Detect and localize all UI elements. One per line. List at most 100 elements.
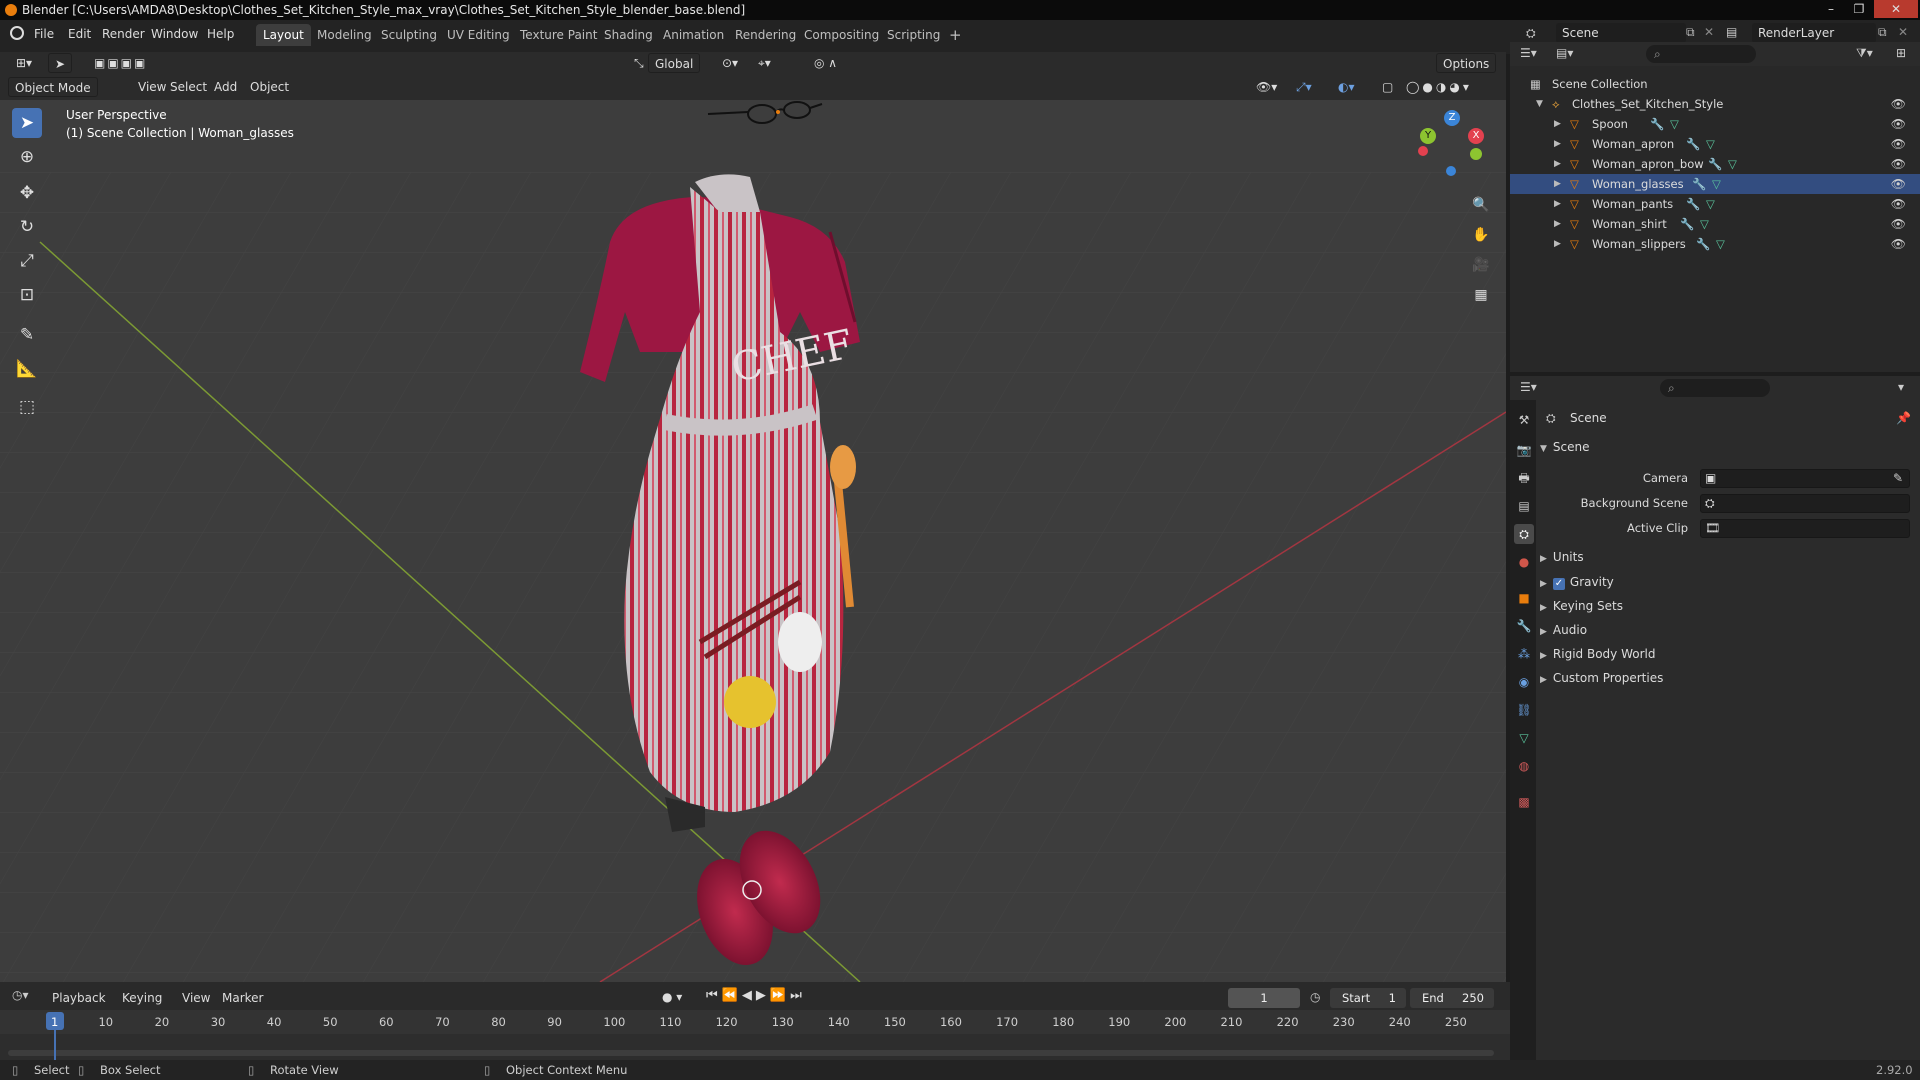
shading-mode-icons[interactable]: ◯●◑◕▾ <box>1400 77 1478 97</box>
properties-editor-icon[interactable]: ☰▾ <box>1520 380 1537 394</box>
camera-field[interactable]: ▣ ✎ <box>1700 469 1910 488</box>
world-tab-icon[interactable]: ● <box>1514 552 1534 572</box>
constraints-tab-icon[interactable]: ⛓ <box>1514 700 1534 720</box>
tab-compositing[interactable]: Compositing <box>797 24 886 46</box>
visibility-eye-icon[interactable]: 👁 <box>1891 134 1906 154</box>
particles-tab-icon[interactable]: ⁂ <box>1514 644 1534 664</box>
add-workspace-button[interactable]: + <box>942 24 969 46</box>
overlay-toggle-icon[interactable]: ◐▾ <box>1332 77 1361 97</box>
blender-menu-icon[interactable] <box>10 26 24 40</box>
filter-icon[interactable]: ⧩▾ <box>1856 46 1873 61</box>
rigid-body-world-panel-header[interactable]: ▶ Rigid Body World <box>1540 643 1920 665</box>
camera-view-icon[interactable]: 🎥 <box>1468 252 1494 278</box>
add-cube-tool[interactable]: ⬚ <box>12 392 42 422</box>
tab-animation[interactable]: Animation <box>656 24 731 46</box>
mesh-data-icon[interactable]: ▽ <box>1706 134 1715 154</box>
panel-options-icon[interactable]: ▾ <box>1898 380 1904 394</box>
properties-search-input[interactable]: ⌕ <box>1660 379 1770 397</box>
visibility-eye-icon[interactable]: 👁 <box>1891 114 1906 134</box>
expand-arrow-icon[interactable]: ▶ <box>1554 174 1561 194</box>
mesh-data-icon[interactable]: ▽ <box>1712 174 1721 194</box>
tab-rendering[interactable]: Rendering <box>728 24 803 46</box>
keying-sets-panel-header[interactable]: ▶ Keying Sets <box>1540 595 1920 617</box>
ortho-grid-icon[interactable]: ▦ <box>1468 282 1494 308</box>
outliner-row-object[interactable]: ▶ ▽ Woman_apron 🔧 ▽ 👁 <box>1510 134 1920 154</box>
tab-modeling[interactable]: Modeling <box>310 24 379 46</box>
scene-selector[interactable]: Scene <box>1556 23 1686 43</box>
audio-panel-header[interactable]: ▶ Audio <box>1540 619 1920 641</box>
select-tool-icon[interactable]: ➤ <box>48 53 72 73</box>
view-layer-selector[interactable]: RenderLayer <box>1752 23 1876 43</box>
timeline-editor-icon[interactable]: ◷▾ <box>12 988 29 1002</box>
mode-dropdown[interactable]: Object Mode <box>8 77 98 97</box>
visibility-eye-icon[interactable]: 👁 <box>1891 174 1906 194</box>
expand-arrow-icon[interactable]: ▶ <box>1554 194 1561 214</box>
gizmo-neg-x[interactable] <box>1418 146 1428 156</box>
current-frame-field[interactable]: 1 <box>1228 988 1300 1008</box>
gizmo-x-axis[interactable]: X <box>1468 128 1484 144</box>
start-frame-field[interactable]: Start 1 <box>1330 988 1406 1008</box>
outliner-editor-icon[interactable]: ☰▾ <box>1520 46 1537 60</box>
minimize-button[interactable]: – <box>1818 0 1844 18</box>
annotate-tool[interactable]: ✎ <box>12 320 42 350</box>
menu-playback[interactable]: Playback <box>46 988 112 1008</box>
select-box-tool[interactable]: ➤ <box>12 108 42 138</box>
pin-icon[interactable]: 📌 <box>1896 411 1911 425</box>
output-tab-icon[interactable]: 🖶 <box>1514 468 1534 488</box>
gravity-panel-header[interactable]: ▶ ✓ Gravity <box>1540 571 1920 593</box>
modifier-wrench-icon[interactable]: 🔧 <box>1650 114 1664 134</box>
gizmo-neg-y[interactable] <box>1470 148 1482 160</box>
expand-arrow-icon[interactable]: ▶ <box>1554 154 1561 174</box>
mesh-data-icon[interactable]: ▽ <box>1728 154 1737 174</box>
outliner-row-collection[interactable]: ▼ ⟡ Clothes_Set_Kitchen_Style 👁 <box>1510 94 1920 114</box>
mesh-data-icon[interactable]: ▽ <box>1670 114 1679 134</box>
gizmo-neg-z[interactable] <box>1446 166 1456 176</box>
display-mode-icon[interactable]: ▤▾ <box>1556 46 1573 60</box>
visibility-eye-icon[interactable]: 👁 <box>1891 94 1906 114</box>
options-dropdown[interactable]: Options <box>1436 53 1497 73</box>
delete-view-layer-icon[interactable]: ✕ <box>1898 25 1908 39</box>
snap-icon[interactable]: ⌖▾ <box>752 53 777 73</box>
tool-tab-icon[interactable]: ⚒ <box>1514 410 1534 430</box>
gizmo-toggle-icon[interactable]: ⤢▾ <box>1290 77 1318 97</box>
move-tool[interactable]: ✥ <box>12 178 42 208</box>
object-tab-icon[interactable]: ■ <box>1514 588 1534 608</box>
new-scene-icon[interactable]: ⧉ <box>1686 25 1695 40</box>
menu-marker[interactable]: Marker <box>216 988 269 1008</box>
xray-icon[interactable]: ▢ <box>1376 77 1399 97</box>
outliner-row-object[interactable]: ▶ ▽ Woman_shirt 🔧 ▽ 👁 <box>1510 214 1920 234</box>
expand-arrow-icon[interactable]: ▶ <box>1554 134 1561 154</box>
outliner-row-object[interactable]: ▶ ▽ Spoon 🔧 ▽ 👁 <box>1510 114 1920 134</box>
outliner-search-input[interactable]: ⌕ <box>1646 45 1756 63</box>
tab-texture-paint[interactable]: Texture Paint <box>513 24 604 46</box>
material-tab-icon[interactable]: ◍ <box>1514 756 1534 776</box>
gizmo-y-axis[interactable]: Y <box>1420 128 1436 144</box>
gravity-checkbox[interactable]: ✓ <box>1552 578 1565 590</box>
editor-type-icon[interactable]: ⊞▾ <box>10 53 38 73</box>
menu-file[interactable]: File <box>34 27 54 41</box>
outliner-row-scene-collection[interactable]: ▦ Scene Collection <box>1510 74 1920 94</box>
visibility-icon[interactable]: 👁▾ <box>1250 77 1283 97</box>
tab-layout[interactable]: Layout <box>256 24 311 46</box>
menu-help[interactable]: Help <box>207 27 234 41</box>
close-button[interactable]: ✕ <box>1874 0 1918 18</box>
rotate-tool[interactable]: ↻ <box>12 212 42 242</box>
navigation-gizmo[interactable]: Z Y X <box>1416 110 1486 180</box>
new-collection-icon[interactable]: ⊞ <box>1896 46 1906 60</box>
outliner-row-object[interactable]: ▶ ▽ Woman_apron_bow 🔧 ▽ 👁 <box>1510 154 1920 174</box>
mesh-data-icon[interactable]: ▽ <box>1716 234 1725 254</box>
gizmo-z-axis[interactable]: Z <box>1444 110 1460 126</box>
mesh-data-icon[interactable]: ▽ <box>1700 214 1709 234</box>
menu-timeline-view[interactable]: View <box>176 988 216 1008</box>
zoom-icon[interactable]: 🔍 <box>1468 192 1494 218</box>
scene-tab-icon[interactable]: ⛭ <box>1514 524 1534 544</box>
expand-arrow-icon[interactable]: ▶ <box>1554 114 1561 134</box>
delete-scene-icon[interactable]: ✕ <box>1704 25 1714 39</box>
tab-scripting[interactable]: Scripting <box>880 24 947 46</box>
texture-tab-icon[interactable]: ▩ <box>1514 792 1534 812</box>
proportional-edit-icon[interactable]: ◎ ∧ <box>808 53 843 73</box>
custom-properties-panel-header[interactable]: ▶ Custom Properties <box>1540 667 1920 689</box>
menu-select[interactable]: Select <box>164 77 213 97</box>
menu-edit[interactable]: Edit <box>68 27 91 41</box>
menu-render[interactable]: Render <box>102 27 145 41</box>
